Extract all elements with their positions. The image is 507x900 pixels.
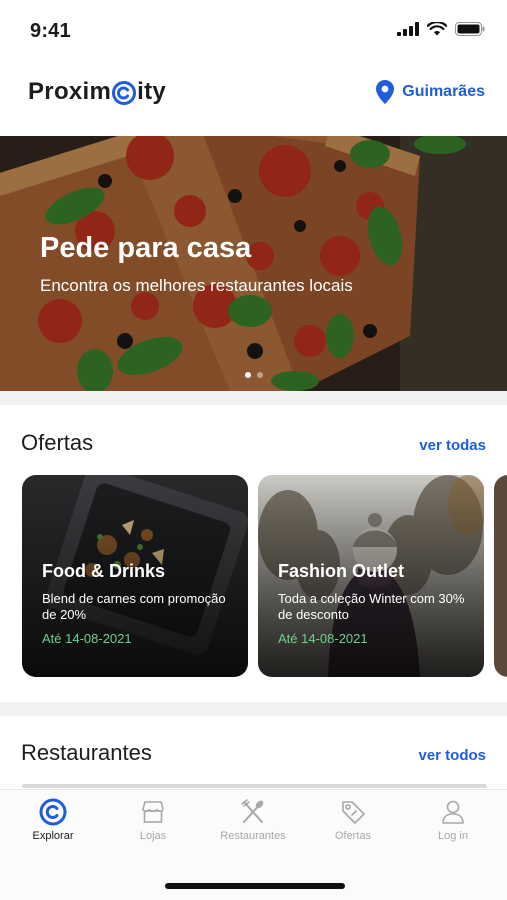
offer-card-description: Toda a coleção Winter com 30% de descont…	[278, 591, 465, 622]
tab-explorar[interactable]: Explorar	[3, 798, 103, 842]
hero-title: Pede para casa	[40, 232, 252, 264]
tab-label: Restaurantes	[220, 830, 286, 842]
tab-bar: Explorar Lojas Restaurantes Ofertas Log …	[0, 789, 507, 900]
carousel-indicator	[0, 372, 507, 378]
tab-label: Ofertas	[334, 830, 372, 842]
fork-knife-icon	[241, 799, 264, 823]
cellular-signal-icon	[397, 22, 419, 36]
store-icon	[142, 801, 164, 823]
tab-login[interactable]: Log in	[403, 798, 503, 842]
location-selector[interactable]: Guimarães	[376, 80, 485, 104]
offer-card-title: Food & Drinks	[42, 561, 166, 581]
offer-card-title: Fashion Outlet	[278, 561, 404, 581]
offer-card-description: Blend de carnes com promoção de 20%	[42, 591, 226, 622]
brand-text-left: Proxim	[28, 78, 112, 105]
location-label: Guimarães	[402, 83, 485, 100]
tab-restaurantes[interactable]: Restaurantes	[203, 798, 303, 842]
offer-card-partial[interactable]	[494, 475, 507, 677]
tab-label: Log in	[438, 830, 468, 842]
offer-card-date: Até 14-08-2021	[42, 631, 132, 646]
map-pin-icon	[376, 80, 395, 104]
offers-title: Ofertas	[21, 430, 94, 455]
compass-c-icon	[39, 798, 67, 826]
tab-ofertas[interactable]: Ofertas	[303, 798, 403, 842]
brand-logo[interactable]: Proxim ity	[28, 78, 166, 106]
offer-card[interactable]: Food & Drinks Blend de carnes com promoç…	[22, 475, 248, 677]
status-icons	[397, 22, 485, 36]
app-header: Proxim ity Guimarães	[0, 62, 507, 136]
battery-icon	[455, 22, 485, 36]
section-divider	[0, 702, 507, 716]
section-divider	[0, 391, 507, 405]
home-indicator[interactable]	[165, 883, 345, 889]
hero-subtitle: Encontra os melhores restaurantes locais	[40, 276, 353, 295]
tab-label: Lojas	[139, 830, 167, 842]
tab-lojas[interactable]: Lojas	[103, 798, 203, 842]
restaurants-title: Restaurantes	[21, 740, 152, 765]
tab-label: Explorar	[32, 830, 74, 842]
c-logo-icon	[112, 81, 137, 105]
status-time: 9:41	[30, 20, 71, 42]
brand-text-right: ity	[137, 78, 167, 105]
wifi-icon	[427, 22, 447, 36]
offers-see-all-link[interactable]: ver todas	[419, 437, 486, 454]
user-icon	[442, 800, 464, 824]
tag-icon	[342, 801, 365, 824]
hero-banner[interactable]: Pede para casa Encontra os melhores rest…	[0, 136, 507, 391]
restaurants-list-peek	[22, 784, 487, 788]
offer-card-date: Até 14-08-2021	[278, 631, 368, 646]
restaurants-see-all-link[interactable]: ver todos	[418, 747, 486, 764]
carousel-dot[interactable]	[256, 372, 263, 378]
status-bar: 9:41	[0, 0, 507, 62]
offer-card[interactable]: Fashion Outlet Toda a coleção Winter com…	[258, 475, 484, 677]
carousel-dot-active[interactable]	[244, 372, 251, 378]
offers-carousel[interactable]: Food & Drinks Blend de carnes com promoç…	[22, 475, 507, 677]
